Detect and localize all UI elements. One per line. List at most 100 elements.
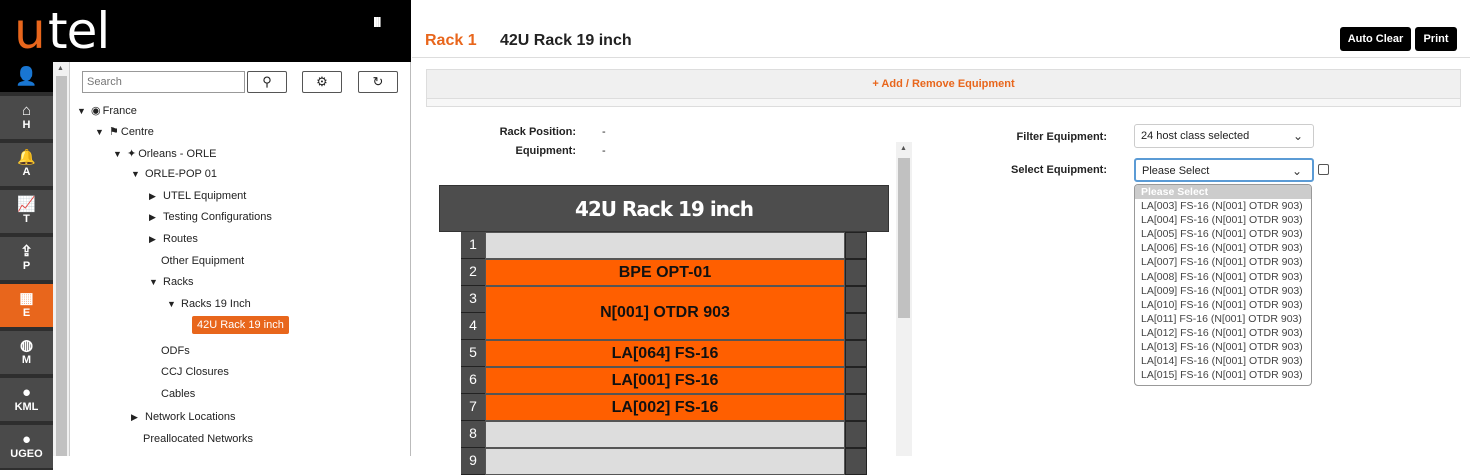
slot-bay[interactable] [485,232,845,259]
page-header: Rack 1 42U Rack 19 inch Auto Clear Print [412,0,1470,58]
sidebar-item-h[interactable]: ⌂ H [0,96,53,141]
tree-node-label: Testing Configurations [163,211,272,223]
sidebar-item-label: A [22,166,31,178]
tree-node[interactable]: ▶ Testing Configurations [149,211,272,223]
caret-right-icon[interactable]: ▶ [149,191,163,202]
slot-bay[interactable] [485,421,845,448]
dropdown-option[interactable]: LA[003] FS-16 (N[001] OTDR 903) [1135,199,1311,213]
sidebar-item-kml[interactable]: ● KML [0,378,53,423]
add-remove-equipment-button[interactable]: + Add / Remove Equipment [427,70,1460,99]
caret-down-icon[interactable]: ▼ [95,127,109,137]
slot-rail [845,367,867,394]
tree-node-label: CCJ Closures [161,366,229,378]
dropdown-option[interactable]: LA[004] FS-16 (N[001] OTDR 903) [1135,213,1311,227]
rack-slot[interactable]: 8 [461,421,867,448]
caret-right-icon[interactable]: ▶ [149,234,163,245]
sidebar-item-label: E [22,307,31,319]
dropdown-option[interactable]: LA[009] FS-16 (N[001] OTDR 903) [1135,284,1311,298]
rack-equipment[interactable]: LA[002] FS-16 [485,394,845,421]
tree-node-label: Orleans - ORLE [138,148,217,160]
tree-node[interactable]: ▶ Routes [149,233,198,245]
sidebar-item-label: UGEO [10,448,43,460]
slot-rail [845,421,867,448]
select-equipment-checkbox[interactable] [1318,164,1329,175]
select-equipment-select[interactable]: Please Select ⌄ [1134,158,1314,182]
user-icon: 👤 [15,66,38,86]
tree-node[interactable]: ▼ ✦ Orleans - ORLE [113,147,216,160]
tree-node[interactable]: Other Equipment [161,255,244,267]
sidebar-item-a[interactable]: 🔔 A [0,143,53,188]
dropdown-option[interactable]: LA[013] FS-16 (N[001] OTDR 903) [1135,340,1311,354]
tree-node[interactable]: ▼ ◉ France [77,104,137,117]
search-button[interactable]: ⚲ [247,71,287,93]
auto-clear-button[interactable]: Auto Clear [1340,27,1411,51]
caret-down-icon[interactable]: ▼ [131,169,145,179]
sidebar-item-ugeo[interactable]: ● UGEO [0,425,53,470]
dropdown-option[interactable]: LA[007] FS-16 (N[001] OTDR 903) [1135,255,1311,269]
sidebar-item-m[interactable]: ◍ M [0,331,53,376]
node-type-icon: ⚑ [109,126,119,138]
caret-right-icon[interactable]: ▶ [131,412,145,423]
sidebar-item-label: KML [14,401,39,413]
scrollbar-thumb[interactable] [56,76,67,456]
dropdown-option[interactable]: LA[005] FS-16 (N[001] OTDR 903) [1135,227,1311,241]
caret-down-icon[interactable]: ▼ [167,299,181,309]
dropdown-option[interactable]: LA[008] FS-16 (N[001] OTDR 903) [1135,270,1311,284]
dropdown-option[interactable]: LA[014] FS-16 (N[001] OTDR 903) [1135,354,1311,368]
tree-node-label: ORLE-POP 01 [145,168,217,180]
page-title: 42U Rack 19 inch [500,32,632,49]
dropdown-option[interactable]: LA[011] FS-16 (N[001] OTDR 903) [1135,312,1311,326]
rack-equipment[interactable]: N[001] OTDR 903 [485,286,845,340]
tree-node[interactable]: 42U Rack 19 inch [192,316,289,334]
select-equipment-value: Please Select [1142,165,1210,177]
sidebar-item-p[interactable]: ⇪ P [0,237,53,282]
tree-node[interactable]: ▶ UTEL Equipment [149,190,246,202]
tree-node[interactable]: Cables [161,388,195,400]
tree-node[interactable]: ODFs [161,345,190,357]
tree-node[interactable]: CCJ Closures [161,366,229,378]
sidebar-item-t[interactable]: 📈 T [0,190,53,235]
tree-node[interactable]: ▼ Racks [149,276,194,288]
rack-scrollbar[interactable]: ▲ [896,142,912,456]
rack-equipment[interactable]: BPE OPT-01 [485,259,845,286]
tree-node[interactable]: ▶ Network Locations [131,411,236,423]
print-button[interactable]: Print [1415,27,1457,51]
tree-node-label: Racks 19 Inch [181,298,251,310]
refresh-button[interactable]: ↻ [358,71,398,93]
slot-rail [845,259,867,286]
add-remove-panel: + Add / Remove Equipment [426,69,1461,107]
caret-right-icon[interactable]: ▶ [149,212,163,223]
scroll-up-icon[interactable]: ▲ [57,65,64,72]
sidebar-scrollbar[interactable]: ▲ [53,62,70,456]
dropdown-option[interactable]: LA[010] FS-16 (N[001] OTDR 903) [1135,298,1311,312]
tree-node[interactable]: ▼ ⚑ Centre [95,125,154,138]
tree-node[interactable]: Preallocated Networks [143,433,253,445]
rack-position-value: - [602,126,606,138]
dropdown-option[interactable]: LA[012] FS-16 (N[001] OTDR 903) [1135,326,1311,340]
rack-equipment[interactable]: LA[001] FS-16 [485,367,845,394]
caret-down-icon[interactable]: ▼ [77,106,91,116]
dropdown-option[interactable]: Please Select [1135,185,1311,200]
caret-down-icon[interactable]: ▼ [149,277,163,287]
rack-position-label: Rack Position: [499,126,576,138]
rack-slot[interactable]: 9 [461,448,867,475]
dropdown-option[interactable]: LA[015] FS-16 (N[001] OTDR 903) [1135,368,1311,382]
slot-rail [845,448,867,475]
sidebar-item-label: P [22,260,31,272]
slot-bay[interactable] [485,448,845,475]
search-input[interactable] [82,71,245,93]
rack-equipment[interactable]: LA[064] FS-16 [485,340,845,367]
slot-number: 6 [461,367,485,394]
sidebar-item-e[interactable]: ▦ E [0,284,53,329]
filter-equipment-select[interactable]: 24 host class selected ⌄ [1134,124,1314,148]
sidebar-item-user[interactable]: 👤 [0,62,53,94]
menu-toggle-icon[interactable]: III [373,14,381,31]
settings-button[interactable]: ⚙ [302,71,342,93]
tree-node[interactable]: ▼ ORLE-POP 01 [131,168,217,180]
scrollbar-thumb[interactable] [898,158,910,318]
tree-node[interactable]: ▼ Racks 19 Inch [167,298,251,310]
caret-down-icon[interactable]: ▼ [113,149,127,159]
rack-slot[interactable]: 1 [461,232,867,259]
dropdown-option[interactable]: LA[006] FS-16 (N[001] OTDR 903) [1135,241,1311,255]
scroll-up-icon[interactable]: ▲ [900,145,907,152]
